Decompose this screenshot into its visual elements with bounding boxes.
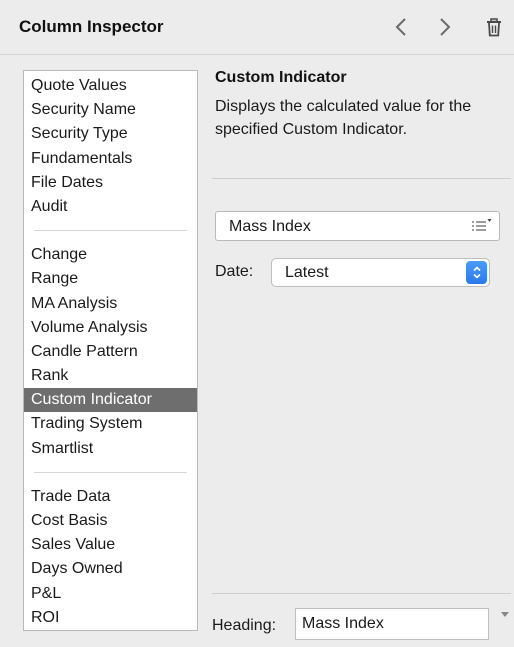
list-item[interactable]: Fundamentals [24,147,197,171]
inspector-title: Column Inspector [19,17,164,36]
category-group-3: Trade Data Cost Basis Sales Value Days O… [24,485,197,630]
trash-icon [487,17,501,36]
list-divider [34,230,187,232]
forward-button[interactable] [430,12,460,42]
list-item[interactable]: Security Name [24,98,197,122]
delete-button[interactable] [479,12,509,42]
indicator-value: Mass Index [229,218,311,235]
chevron-left-icon [395,18,406,36]
list-menu-icon [472,219,492,231]
divider [212,593,511,594]
list-item[interactable]: Range [24,267,197,291]
chevron-right-icon [440,18,451,36]
list-item[interactable]: MA Analysis [24,292,197,316]
list-item[interactable]: Cost Basis [24,509,197,533]
list-item[interactable]: Rank [24,364,197,388]
list-divider [34,471,187,473]
heading-input[interactable] [295,608,489,640]
back-button[interactable] [386,12,416,42]
list-item[interactable]: Audit [24,195,197,219]
list-item[interactable]: ROI [24,606,197,630]
detail-panel: Custom Indicator Displays the calculated… [212,54,514,647]
indicator-title: Custom Indicator [215,69,347,86]
list-item-selected[interactable]: Custom Indicator [24,388,197,413]
category-group-1: Quote Values Security Name Security Type… [24,71,197,219]
date-select[interactable]: Latest [271,258,490,287]
column-category-list[interactable]: Quote Values Security Name Security Type… [23,70,198,631]
dropdown-arrow-icon[interactable] [500,611,510,619]
list-item[interactable]: Quote Values [24,74,197,98]
select-arrows-icon [466,261,487,284]
list-item[interactable]: File Dates [24,171,197,195]
list-item[interactable]: Trade Data [24,485,197,509]
indicator-description: Displays the calculated value for the sp… [215,98,472,138]
divider [212,178,511,179]
list-item[interactable]: Change [24,243,197,267]
heading-label: Heading: [212,617,277,634]
list-item[interactable]: Trading System [24,412,197,436]
list-item[interactable]: Sales Value [24,533,197,557]
indicator-select[interactable]: Mass Index [215,211,500,241]
list-item[interactable]: Security Type [24,122,197,146]
list-item[interactable]: Smartlist [24,437,197,461]
list-item[interactable]: Volume Analysis [24,316,197,340]
list-item[interactable]: Candle Pattern [24,340,197,364]
date-label: Date: [215,263,254,280]
date-value: Latest [285,264,329,281]
category-group-2: Change Range MA Analysis Volume Analysis… [24,243,197,461]
list-item[interactable]: Days Owned [24,557,197,581]
list-item[interactable]: P&L [24,582,197,606]
inspector-header: Column Inspector [0,0,514,55]
